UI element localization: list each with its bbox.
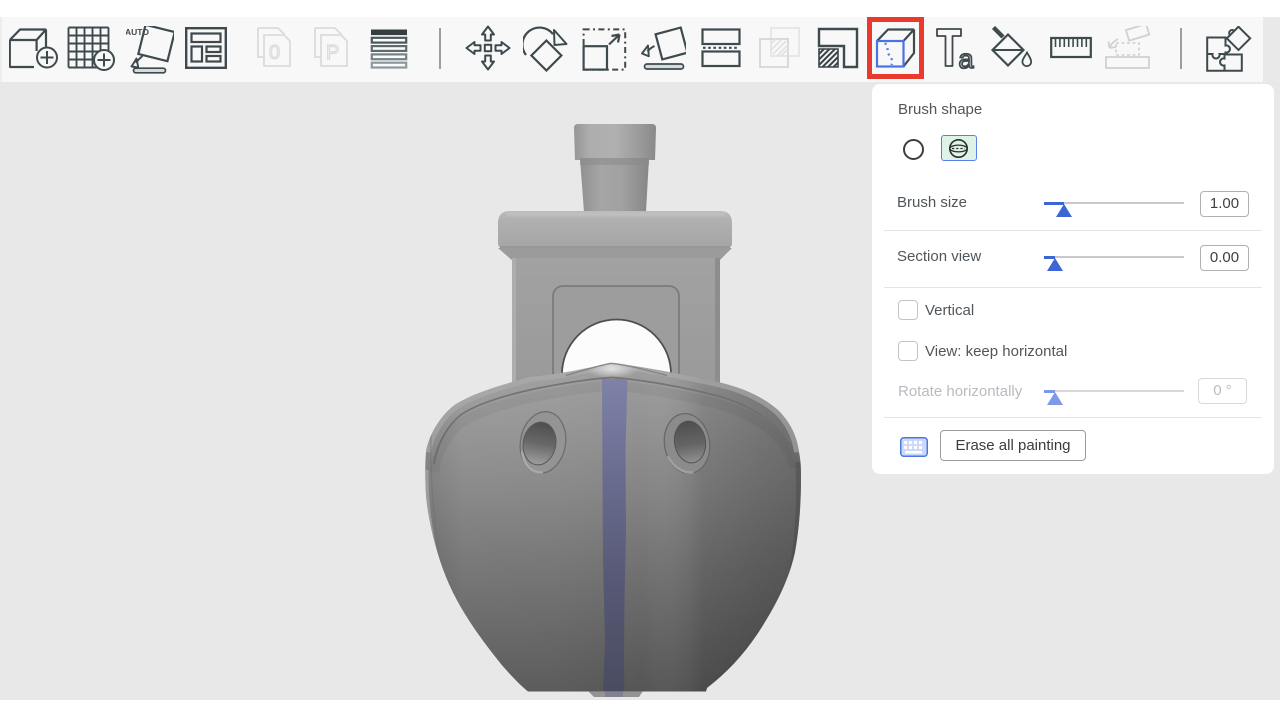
svg-text:0: 0: [269, 42, 280, 64]
svg-text:AUTO: AUTO: [126, 27, 149, 37]
svg-text:P: P: [326, 42, 339, 64]
svg-text:a: a: [959, 44, 975, 70]
